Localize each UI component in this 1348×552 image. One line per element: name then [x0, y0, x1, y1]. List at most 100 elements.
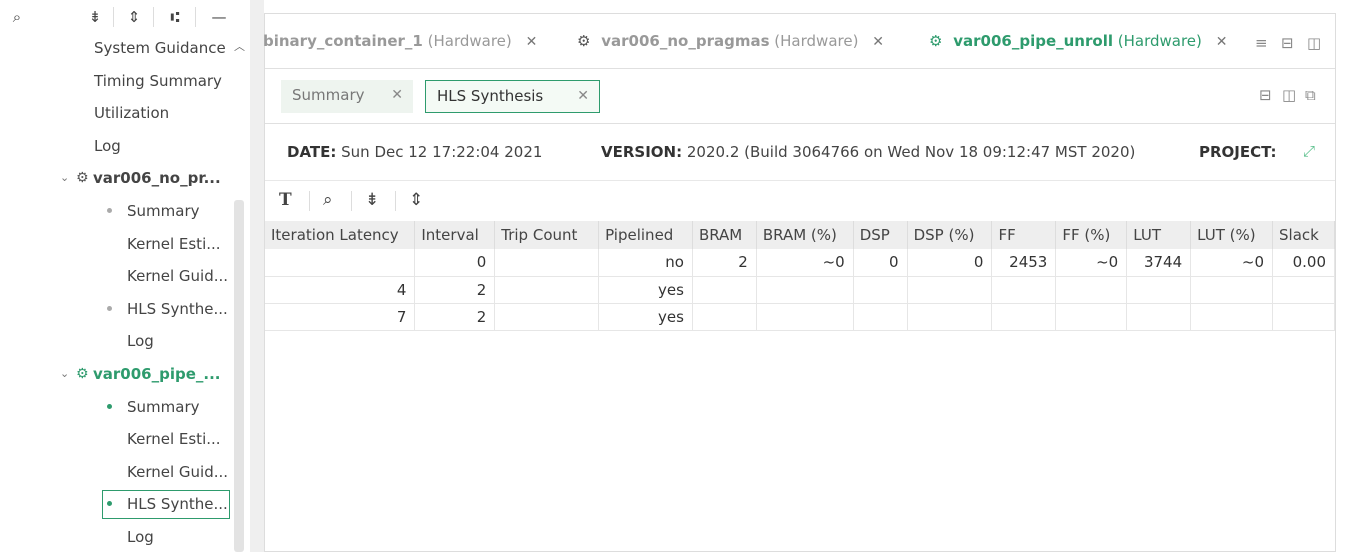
column-header[interactable]: Slack [1272, 221, 1335, 249]
table-cell: 2 [414, 303, 496, 331]
column-header[interactable]: BRAM [692, 221, 757, 249]
split-horizontal-icon[interactable]: ⊟ [1281, 34, 1294, 52]
table-cell [756, 276, 854, 304]
table-cell [1190, 276, 1273, 304]
tree-item[interactable]: ⌄ ⚙ var006_no_pr... [0, 162, 232, 195]
search-icon[interactable]: ⌕ [323, 190, 333, 210]
expand-all-icon[interactable]: ⇕ [125, 8, 143, 26]
tree-item[interactable]: Kernel Guid... [0, 456, 232, 489]
column-header[interactable]: Interval [414, 221, 496, 249]
table-cell: 0 [853, 249, 908, 277]
report-info-bar: DATE: Sun Dec 12 17:22:04 2021 VERSION: … [265, 125, 1335, 181]
close-icon[interactable]: ✕ [577, 81, 589, 112]
table-cell [991, 303, 1057, 331]
tab-label: Summary [292, 86, 365, 104]
version-info: VERSION: 2020.2 (Build 3064766 on Wed No… [601, 143, 1135, 161]
open-external-icon[interactable]: ⧉ [1305, 86, 1316, 104]
table-cell [991, 276, 1057, 304]
column-header[interactable]: FF [991, 221, 1057, 249]
tree-item[interactable]: Log [0, 130, 232, 163]
column-header[interactable]: LUT (%) [1190, 221, 1273, 249]
tree-item-label: var006_no_pr... [93, 169, 221, 188]
expand-icon[interactable]: ⤢ [1303, 142, 1315, 160]
tree-item[interactable]: Kernel Guid... [0, 260, 232, 293]
tree-item[interactable]: HLS Synthe... [0, 488, 232, 521]
text-format-icon[interactable]: T [279, 190, 292, 210]
collapse-all-icon[interactable]: ⇟ [365, 190, 379, 210]
close-icon[interactable]: ✕ [391, 80, 403, 111]
table-cell: 2453 [991, 249, 1057, 277]
tree-item[interactable]: Log [0, 521, 232, 552]
column-header[interactable]: FF (%) [1055, 221, 1128, 249]
project-label: PROJECT: [1199, 143, 1277, 161]
collapse-all-icon[interactable]: ⇟ [86, 8, 104, 26]
hierarchy-icon[interactable]: ⑆ [166, 8, 184, 26]
split-vertical-icon[interactable]: ◫ [1282, 86, 1296, 104]
close-icon[interactable]: ✕ [872, 34, 884, 50]
panel-splitter[interactable] [250, 0, 264, 552]
tab-name: binary_container_1 [263, 32, 423, 50]
table-toolbar: T ⌕ ⇟ ⇕ [265, 182, 1335, 220]
close-icon[interactable]: ✕ [1216, 34, 1228, 50]
tree-item-label: Kernel Guid... [127, 462, 229, 481]
date-value: Sun Dec 12 17:22:04 2021 [341, 143, 543, 161]
tree-item[interactable]: Summary [0, 195, 232, 228]
column-header[interactable]: Trip Count [494, 221, 600, 249]
table-body: 0 no 2 ~0 0 0 2453 ~0 3744 ~0 0.00 4 2 yes 7 2 yes [265, 249, 1335, 331]
tab-list-icon[interactable]: ≡ [1255, 34, 1268, 52]
tab-hls-synthesis[interactable]: HLS Synthesis ✕ [425, 80, 600, 113]
bullet-icon [107, 403, 112, 409]
table-cell [853, 303, 908, 331]
close-icon[interactable]: ✕ [526, 34, 538, 50]
tab-binary-container[interactable]: binary_container_1 (Hardware) ✕ [263, 32, 537, 50]
column-header[interactable]: DSP [853, 221, 908, 249]
table-cell: yes [598, 276, 693, 304]
tree-item[interactable]: HLS Synthe... [0, 293, 232, 326]
tree-item[interactable]: System Guidance [0, 32, 232, 65]
toolbar-separator [113, 7, 114, 27]
tree-item-label: HLS Synthe... [127, 495, 228, 514]
column-header[interactable]: Iteration Latency [265, 221, 416, 249]
tree-item[interactable]: Log [0, 325, 232, 358]
tab-summary[interactable]: Summary ✕ [281, 80, 413, 113]
column-header[interactable]: LUT [1126, 221, 1192, 249]
editor-area: binary_container_1 (Hardware) ✕ ⚙ var006… [263, 13, 1336, 552]
chevron-down-icon[interactable]: ⌄ [60, 162, 69, 195]
toolbar-separator [153, 7, 154, 27]
column-header[interactable]: Pipelined [598, 221, 693, 249]
expand-all-icon[interactable]: ⇕ [409, 190, 423, 210]
split-horizontal-icon[interactable]: ⊟ [1259, 86, 1272, 104]
gears-icon: ⚙ [76, 170, 89, 187]
gears-icon: ⚙ [577, 32, 591, 50]
tree-item[interactable]: Kernel Esti... [0, 228, 232, 261]
column-header[interactable]: DSP (%) [907, 221, 993, 249]
toolbar-separator [395, 191, 396, 211]
tab-var006-no-pragmas[interactable]: ⚙ var006_no_pragmas (Hardware) ✕ [577, 32, 884, 50]
table-row[interactable]: 0 no 2 ~0 0 0 2453 ~0 3744 ~0 0.00 [265, 249, 1335, 277]
table-row[interactable]: 7 2 yes [265, 303, 1335, 331]
tree-item-label: Log [127, 332, 154, 351]
gears-icon: ⚙ [76, 365, 89, 382]
minimize-icon[interactable]: — [210, 8, 228, 26]
tab-var006-pipe-unroll[interactable]: ⚙ var006_pipe_unroll (Hardware) ✕ [929, 32, 1227, 50]
tab-label: HLS Synthesis [437, 87, 544, 105]
table-cell: yes [598, 303, 693, 331]
table-row[interactable]: 4 2 yes [265, 276, 1335, 304]
tree-item-label: Summary [127, 397, 200, 416]
table-cell [1055, 303, 1128, 331]
tree-item-label: Timing Summary [94, 71, 222, 90]
table-cell [1126, 276, 1192, 304]
tree-item[interactable]: Kernel Esti... [0, 423, 232, 456]
tree-item[interactable]: Summary [0, 391, 232, 424]
chevron-down-icon[interactable]: ⌄ [60, 358, 69, 391]
search-icon[interactable]: ⌕ [8, 8, 26, 26]
scroll-up-icon[interactable]: ︿ [234, 38, 245, 54]
table-cell [1055, 276, 1128, 304]
table-cell [265, 249, 416, 277]
tree-item[interactable]: ⌄ ⚙ var006_pipe_... [0, 358, 232, 391]
tree-item[interactable]: Utilization [0, 97, 232, 130]
scrollbar-thumb[interactable] [234, 200, 244, 552]
split-vertical-icon[interactable]: ◫ [1307, 34, 1321, 52]
tree-item[interactable]: Timing Summary [0, 65, 232, 98]
column-header[interactable]: BRAM (%) [756, 221, 854, 249]
